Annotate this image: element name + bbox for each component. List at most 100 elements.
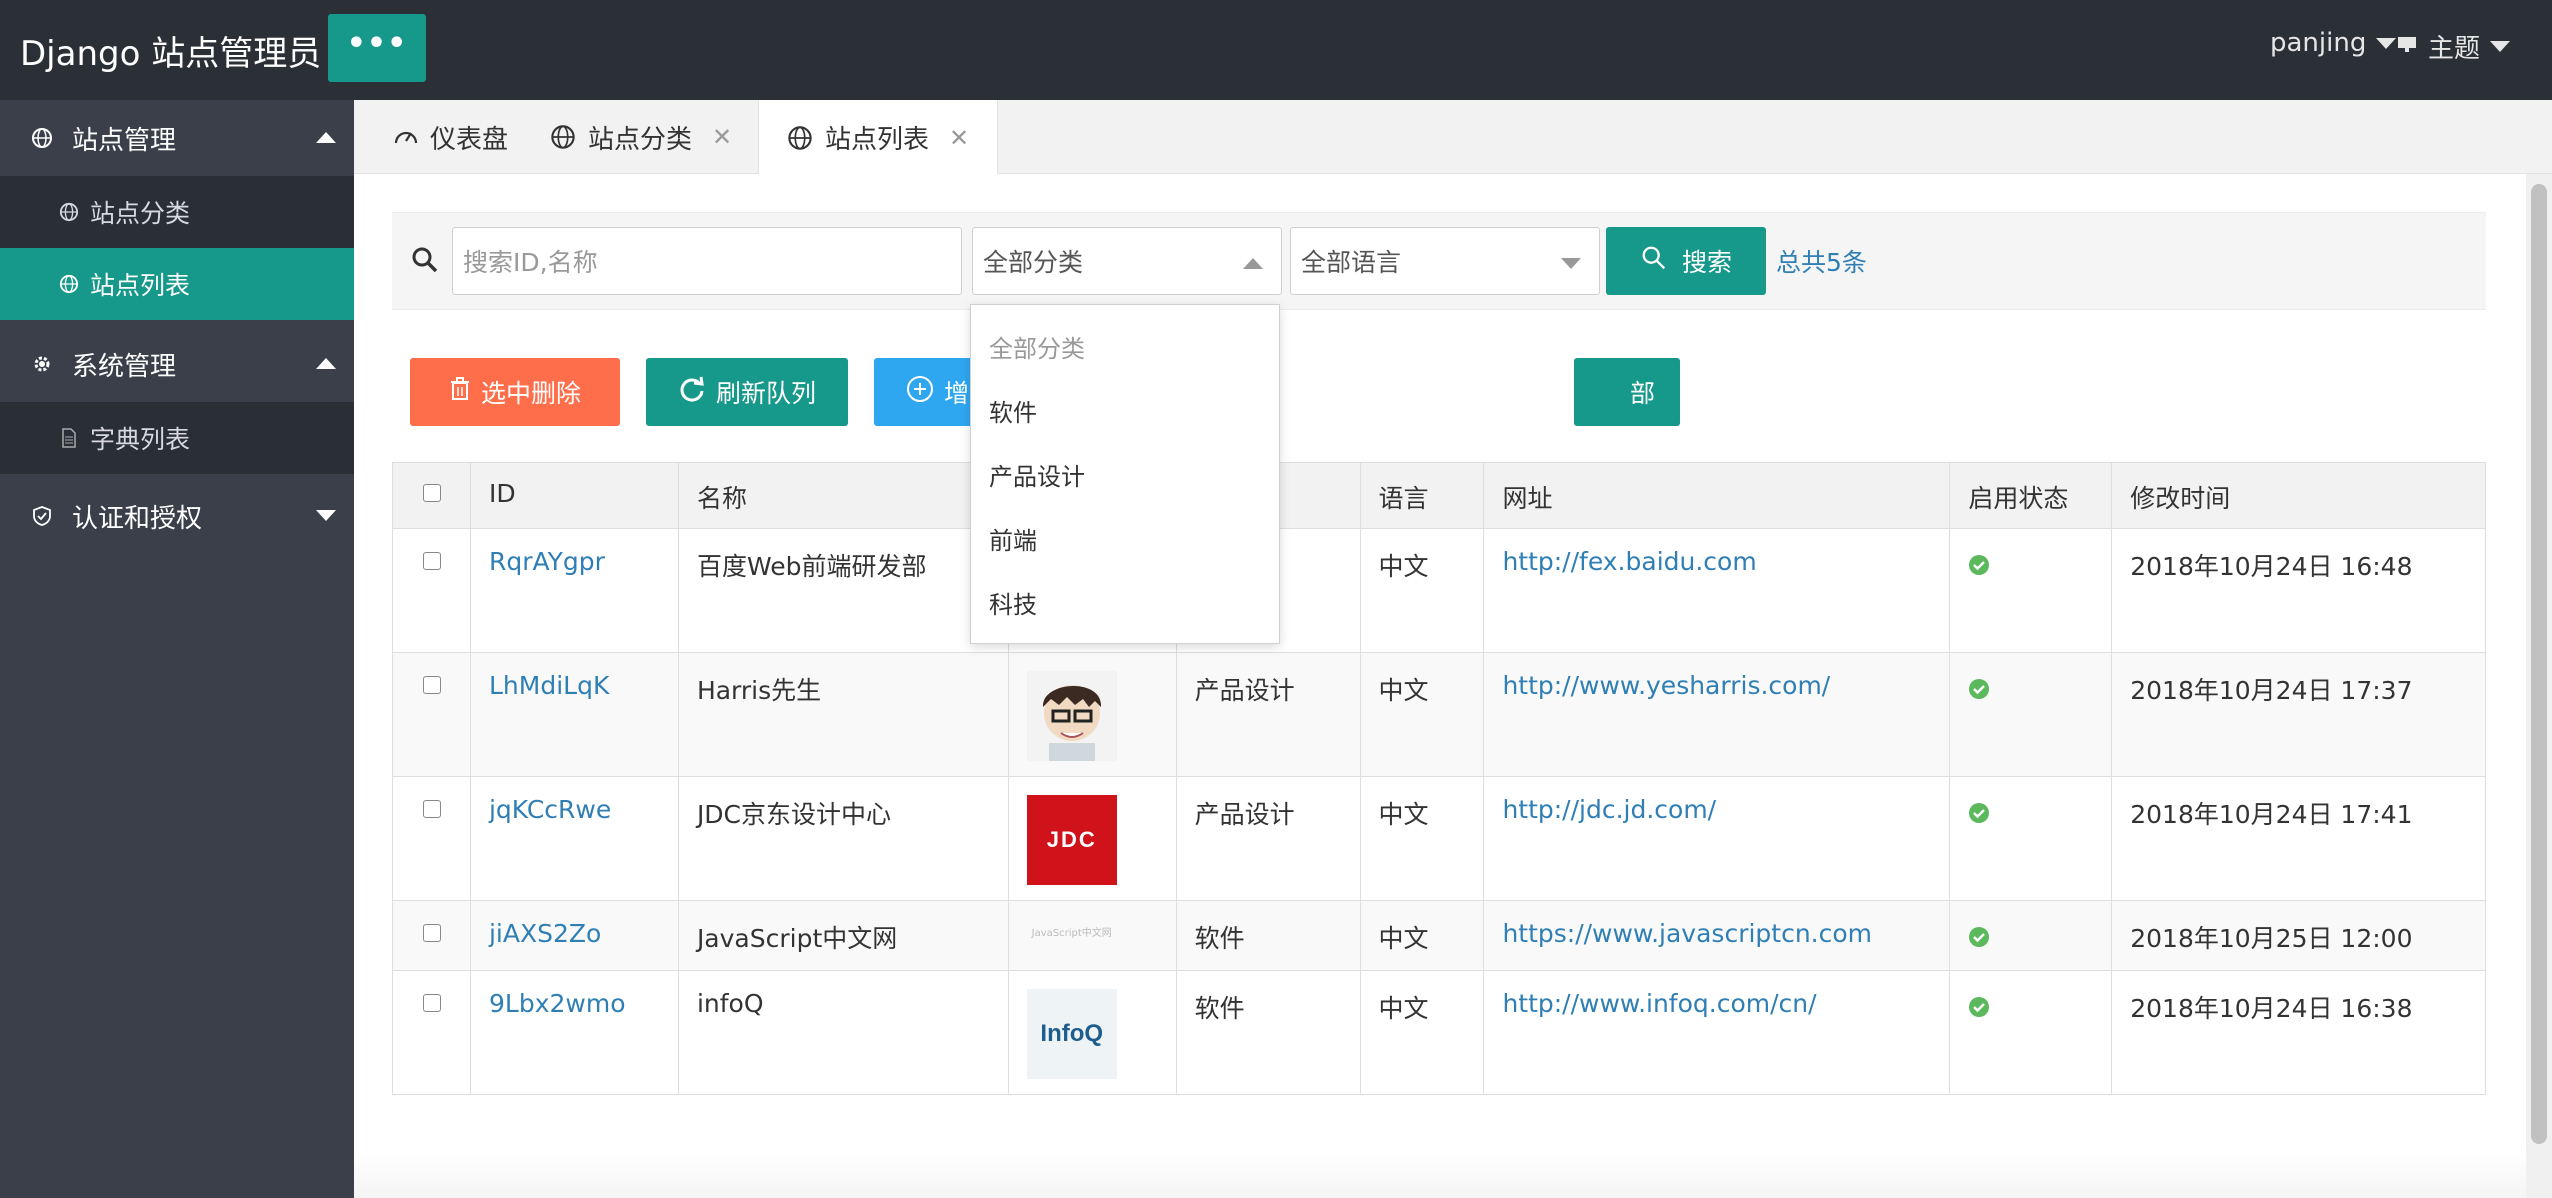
dropdown-option-product-design[interactable]: 产品设计 [989, 457, 1085, 492]
refresh-queue-button[interactable]: 刷新队列 [646, 358, 848, 426]
tab-site-category[interactable]: 站点分类 ✕ [522, 100, 732, 174]
check-circle-icon [1968, 677, 1990, 706]
row-id: LhMdiLqK [469, 652, 679, 777]
header-select-all[interactable] [392, 462, 471, 529]
sidebar-group-label: 系统管理 [72, 351, 177, 382]
row-id-link[interactable]: 9Lbx2wmo [489, 989, 626, 1018]
tab-bar: 仪表盘 站点分类 ✕ 站点列表 ✕ [354, 100, 2552, 175]
row-language: 中文 [1359, 970, 1485, 1095]
sidebar: 站点管理 站点分类 站点列表 系统管理 字典列表 认证和授权 [0, 100, 354, 1198]
refresh-queue-label: 刷新队列 [715, 379, 816, 408]
dropdown-option-tech[interactable]: 科技 [989, 585, 1037, 620]
partially-hidden-button[interactable]: 部 [1574, 358, 1680, 426]
more-menu-button[interactable]: ••• [328, 14, 426, 82]
dropdown-option-frontend[interactable]: 前端 [989, 521, 1037, 556]
delete-selected-button[interactable]: 选中删除 [410, 358, 620, 426]
document-icon [58, 427, 80, 449]
header-language[interactable]: 语言 [1359, 462, 1485, 529]
sidebar-group-system-management[interactable]: 系统管理 [0, 326, 354, 402]
add-button[interactable]: 增 [874, 358, 974, 426]
row-checkbox[interactable] [423, 676, 441, 694]
row-enabled [1949, 528, 2113, 653]
row-modified: 2018年10月24日 17:37 [2111, 652, 2486, 777]
search-button[interactable]: 搜索 [1606, 227, 1766, 295]
dropdown-option-all[interactable]: 全部分类 [989, 329, 1085, 364]
sidebar-group-auth[interactable]: 认证和授权 [0, 478, 354, 554]
user-menu[interactable]: panjing [2270, 28, 2397, 58]
header-url[interactable]: 网址 [1483, 462, 1951, 529]
scrollbar-thumb[interactable] [2531, 184, 2547, 1144]
row-url-link[interactable]: http://www.infoq.com/cn/ [1502, 989, 1816, 1018]
row-language: 中文 [1359, 528, 1485, 653]
header-name[interactable]: 名称 [677, 462, 1009, 529]
sidebar-item-site-category[interactable]: 站点分类 [0, 176, 354, 248]
row-checkbox[interactable] [423, 994, 441, 1012]
header-modified[interactable]: 修改时间 [2111, 462, 2486, 529]
row-id-link[interactable]: RqrAYgpr [489, 547, 605, 576]
row-url: http://www.yesharris.com/ [1483, 652, 1951, 777]
table-row: RqrAYgpr 百度Web前端研发部 中文 http://fex.baidu.… [392, 528, 2486, 653]
tab-dashboard[interactable]: 仪表盘 [364, 100, 508, 174]
row-id-link[interactable]: jiAXS2Zo [489, 919, 601, 948]
close-icon[interactable]: ✕ [712, 123, 732, 151]
sidebar-item-site-list[interactable]: 站点列表 [0, 248, 354, 320]
row-checkbox[interactable] [423, 552, 441, 570]
vertical-scrollbar[interactable] [2526, 174, 2552, 1198]
close-icon[interactable]: ✕ [949, 124, 969, 152]
row-url: http://fex.baidu.com [1483, 528, 1951, 653]
sidebar-item-label: 字典列表 [90, 425, 191, 454]
sidebar-item-dictionary-list[interactable]: 字典列表 [0, 402, 354, 474]
row-id-link[interactable]: jqKCcRwe [489, 795, 611, 824]
sidebar-item-label: 站点分类 [90, 199, 191, 228]
row-category: 软件 [1175, 970, 1361, 1095]
category-select[interactable]: 全部分类 [972, 227, 1282, 295]
header-enabled[interactable]: 启用状态 [1949, 462, 2113, 529]
refresh-icon [678, 375, 706, 409]
delete-selected-label: 选中删除 [480, 379, 581, 408]
search-icon [1640, 244, 1668, 278]
language-select[interactable]: 全部语言 [1290, 227, 1600, 295]
row-thumbnail [1007, 652, 1177, 777]
header-id[interactable]: ID [469, 462, 679, 529]
search-icon [410, 245, 440, 279]
table-row: jiAXS2Zo JavaScript中文网 JavaScript中文网 软件 … [392, 900, 2486, 971]
row-checkbox[interactable] [423, 800, 441, 818]
table-row: jqKCcRwe JDC京东设计中心 JDC 产品设计 中文 http://jd… [392, 776, 2486, 901]
search-input[interactable]: 搜索ID,名称 [452, 227, 962, 295]
row-id-link[interactable]: LhMdiLqK [489, 671, 609, 700]
row-url-link[interactable]: http://www.yesharris.com/ [1502, 671, 1830, 700]
plus-circle-icon [906, 375, 934, 409]
globe-icon [787, 124, 815, 152]
row-category: 软件 [1175, 900, 1361, 971]
dropdown-option-software[interactable]: 软件 [989, 393, 1037, 428]
row-checkbox-cell [392, 970, 471, 1095]
app-brand[interactable]: Django 站点管理员 [20, 26, 321, 75]
row-checkbox[interactable] [423, 924, 441, 942]
row-id: 9Lbx2wmo [469, 970, 679, 1095]
check-circle-icon [1968, 553, 1990, 582]
select-all-checkbox[interactable] [423, 484, 441, 502]
site-table: ID 名称 语言 网址 启用状态 修改时间 RqrAYgpr 百度Web前端研发… [392, 462, 2486, 1095]
javascriptcn-logo: JavaScript中文网 [1027, 919, 1117, 943]
user-name: panjing [2270, 28, 2367, 58]
shield-icon [30, 504, 54, 528]
table-row: LhMdiLqK Harris先生 产品设计 中文 http://www.yes… [392, 652, 2486, 777]
row-url-link[interactable]: http://fex.baidu.com [1502, 547, 1756, 576]
row-enabled [1949, 776, 2113, 901]
search-button-label: 搜索 [1681, 248, 1732, 277]
main-content: 搜索ID,名称 全部分类 全部语言 搜索 总共5条 选中删除 刷新队列 增 部 … [354, 174, 2526, 1198]
sidebar-group-site-management[interactable]: 站点管理 [0, 100, 354, 176]
row-modified: 2018年10月24日 16:48 [2111, 528, 2486, 653]
tab-label: 站点分类 [588, 124, 693, 155]
globe-icon [58, 273, 80, 295]
row-url-link[interactable]: http://jdc.jd.com/ [1502, 795, 1716, 824]
jdc-logo-text: JDC [1046, 827, 1097, 852]
row-checkbox-cell [392, 652, 471, 777]
tab-site-list[interactable]: 站点列表 ✕ [758, 100, 998, 175]
tab-label: 仪表盘 [430, 124, 509, 155]
theme-icon [2396, 32, 2418, 62]
javascriptcn-logo-text: JavaScript中文网 [1031, 927, 1112, 939]
theme-menu[interactable]: 主题 [2396, 28, 2511, 65]
row-url-link[interactable]: https://www.javascriptcn.com [1502, 919, 1872, 948]
row-language: 中文 [1359, 652, 1485, 777]
